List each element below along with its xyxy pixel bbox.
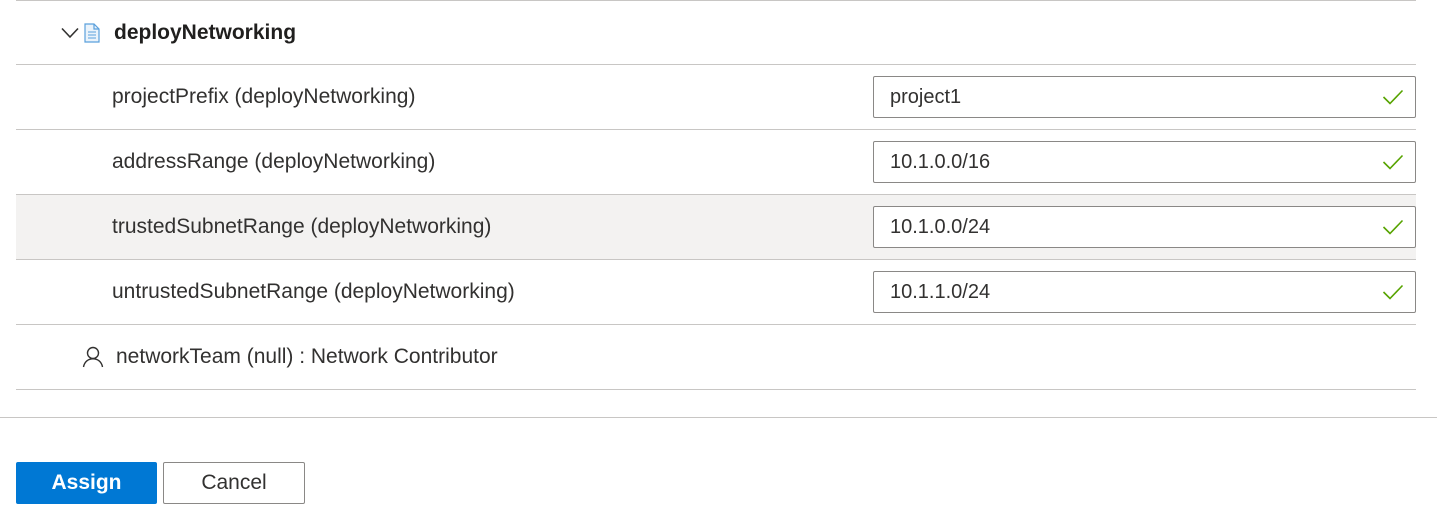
parameter-row-address-range: addressRange (deployNetworking) 10.1.0.0… (16, 130, 1416, 195)
checkmark-icon (1381, 215, 1405, 239)
parameter-label: projectPrefix (deployNetworking) (112, 85, 416, 108)
parameters-panel: deployNetworking projectPrefix (deployNe… (16, 0, 1416, 390)
parameter-value[interactable]: project1 (890, 86, 1381, 109)
parameter-row-untrusted-subnet-range: untrustedSubnetRange (deployNetworking) … (16, 260, 1416, 325)
checkmark-icon (1381, 280, 1405, 304)
parameter-value[interactable]: 10.1.0.0/24 (890, 216, 1381, 239)
trusted-subnet-range-input[interactable]: 10.1.0.0/24 (873, 206, 1416, 248)
parameter-label: untrustedSubnetRange (deployNetworking) (112, 280, 515, 303)
checkmark-icon (1381, 85, 1405, 109)
untrusted-subnet-range-input[interactable]: 10.1.1.0/24 (873, 271, 1416, 313)
checkmark-icon (1381, 150, 1405, 174)
parameter-row-trusted-subnet-range: trustedSubnetRange (deployNetworking) 10… (16, 195, 1416, 260)
address-range-input[interactable]: 10.1.0.0/16 (873, 141, 1416, 183)
parameter-value[interactable]: 10.1.0.0/16 (890, 151, 1381, 174)
parameter-label: addressRange (deployNetworking) (112, 150, 436, 173)
assign-button[interactable]: Assign (16, 462, 157, 504)
parameter-value[interactable]: 10.1.1.0/24 (890, 281, 1381, 304)
role-label: networkTeam (null) : Network Contributor (116, 345, 498, 368)
person-icon (82, 346, 104, 368)
artifact-header[interactable]: deployNetworking (16, 1, 1416, 65)
document-icon (82, 22, 102, 43)
assignment-parameters-page: deployNetworking projectPrefix (deployNe… (0, 0, 1437, 528)
chevron-down-icon[interactable] (60, 23, 80, 43)
parameter-label: trustedSubnetRange (deployNetworking) (112, 215, 492, 238)
parameter-row-project-prefix: projectPrefix (deployNetworking) project… (16, 65, 1416, 130)
role-assignment-row: networkTeam (null) : Network Contributor (16, 325, 1416, 390)
footer-divider (0, 417, 1437, 418)
artifact-title: deployNetworking (114, 20, 297, 44)
project-prefix-input[interactable]: project1 (873, 76, 1416, 118)
cancel-button[interactable]: Cancel (163, 462, 305, 504)
